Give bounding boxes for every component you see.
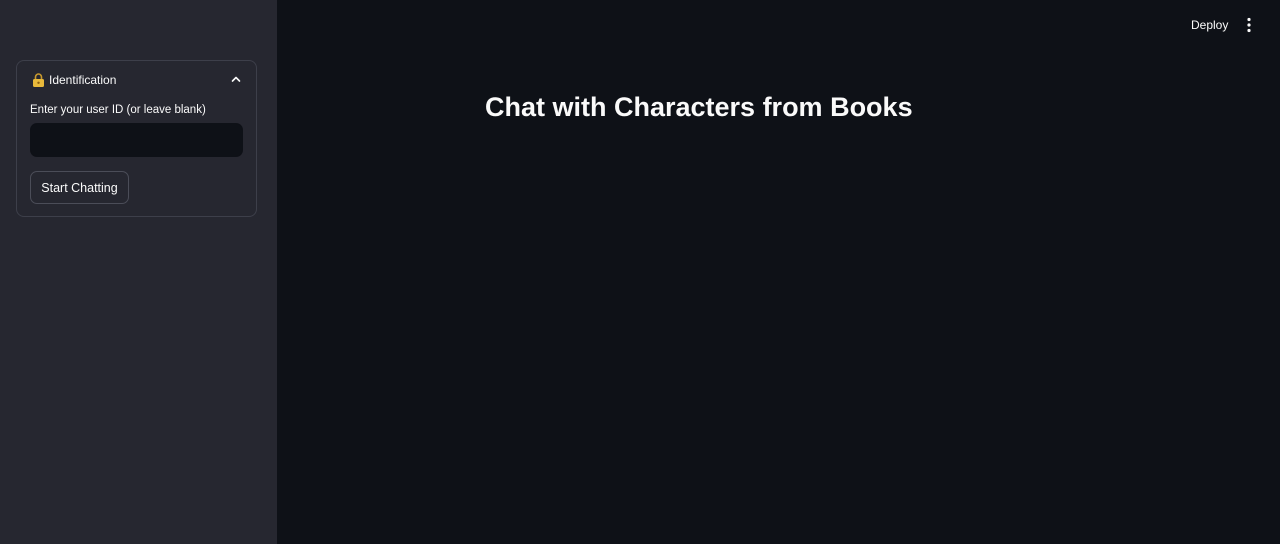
expander-header[interactable]: Identification	[17, 61, 256, 99]
user-id-label: Enter your user ID (or leave blank)	[30, 104, 206, 116]
start-chatting-button[interactable]: Start Chatting	[30, 171, 129, 204]
sidebar: Identification Enter your user ID (or le…	[0, 0, 277, 544]
user-id-input[interactable]	[30, 123, 243, 157]
kebab-menu-icon[interactable]	[1240, 15, 1258, 35]
app: Identification Enter your user ID (or le…	[0, 0, 1280, 544]
page-title: Chat with Characters from Books	[485, 92, 913, 122]
lock-icon	[33, 73, 44, 87]
chevron-up-icon[interactable]	[229, 72, 243, 86]
expander-title: Identification	[49, 73, 117, 87]
deploy-button[interactable]: Deploy	[1183, 12, 1236, 38]
identification-expander: Identification Enter your user ID (or le…	[16, 60, 257, 217]
